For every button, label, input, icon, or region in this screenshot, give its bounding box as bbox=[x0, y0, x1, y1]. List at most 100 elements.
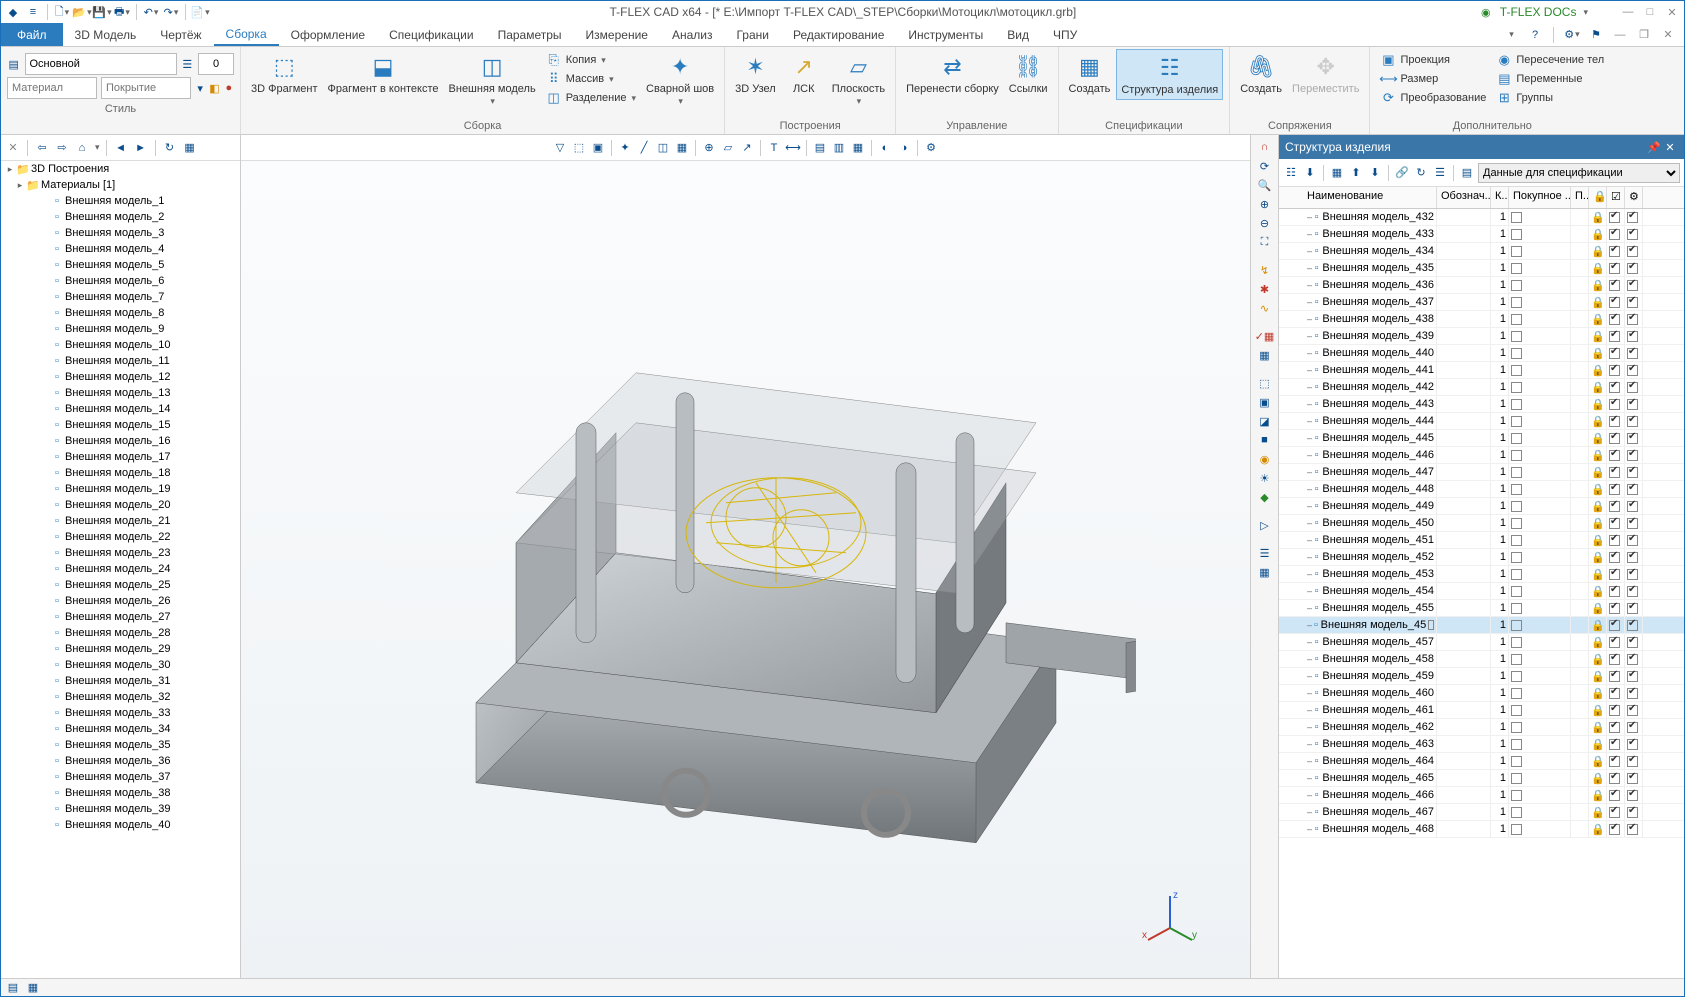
grid-row[interactable]: –▫Внешняя модель_4521🔒 bbox=[1279, 549, 1684, 566]
btn-3d-node[interactable]: ✶3D Узел bbox=[731, 49, 780, 98]
tab-Редактирование[interactable]: Редактирование bbox=[781, 23, 896, 46]
vt-body-icon[interactable]: ▣ bbox=[590, 140, 606, 156]
tree-row[interactable]: ▫ Внешняя модель_29 bbox=[1, 641, 240, 657]
tree-row[interactable]: ▸📁 3D Построения bbox=[1, 161, 240, 177]
tree-row[interactable]: ▫ Внешняя модель_38 bbox=[1, 785, 240, 801]
grid-row[interactable]: –▫Внешняя модель_4401🔒 bbox=[1279, 345, 1684, 362]
grid-row[interactable]: –▫Внешняя модель_4571🔒 bbox=[1279, 634, 1684, 651]
rt-zoomout-icon[interactable]: ⊖ bbox=[1257, 215, 1273, 231]
grid-row[interactable]: –▫Внешняя модель_4681🔒 bbox=[1279, 821, 1684, 838]
hdr-chk1[interactable]: ☑ bbox=[1607, 187, 1625, 208]
btn-structure[interactable]: ☷Структура изделия bbox=[1116, 49, 1223, 100]
tree-close-icon[interactable]: ✕ bbox=[5, 140, 21, 156]
tree-row[interactable]: ▫ Внешняя модель_20 bbox=[1, 497, 240, 513]
grid-row[interactable]: –▫Внешняя модель_4511🔒 bbox=[1279, 532, 1684, 549]
grid-row[interactable]: –▫Внешняя модель_4641🔒 bbox=[1279, 753, 1684, 770]
tree-row[interactable]: ▫ Внешняя модель_16 bbox=[1, 433, 240, 449]
grid-row[interactable]: –▫Внешняя модель_4431🔒 bbox=[1279, 396, 1684, 413]
save-icon[interactable]: 💾▾ bbox=[94, 4, 110, 20]
model-tree[interactable]: ▸📁 3D Построения▸📁 Материалы [1]▫ Внешня… bbox=[1, 161, 240, 978]
vt-mode2-icon[interactable]: ◑ bbox=[896, 140, 912, 156]
tree-row[interactable]: ▫ Внешняя модель_8 bbox=[1, 305, 240, 321]
rpt-dn-icon[interactable]: ⬇ bbox=[1367, 165, 1383, 181]
tree-row[interactable]: ▫ Внешняя модель_27 bbox=[1, 609, 240, 625]
script-icon[interactable]: 📄▾ bbox=[192, 4, 208, 20]
tree-row[interactable]: ▫ Внешняя модель_1 bbox=[1, 193, 240, 209]
vt-lcs-icon[interactable]: ↗ bbox=[739, 140, 755, 156]
tree-fwd-icon[interactable]: ⇨ bbox=[54, 140, 70, 156]
flag-icon[interactable]: ⚑ bbox=[1588, 27, 1604, 43]
tree-row[interactable]: ▫ Внешняя модель_12 bbox=[1, 369, 240, 385]
style-layers-icon[interactable]: ☰ bbox=[181, 56, 195, 72]
grid-row[interactable]: –▫Внешняя модель_4611🔒 bbox=[1279, 702, 1684, 719]
tab-Чертёж[interactable]: Чертёж bbox=[148, 23, 213, 46]
tree-row[interactable]: ▫ Внешняя модель_22 bbox=[1, 529, 240, 545]
grid-row[interactable]: –▫Внешняя модель_4491🔒 bbox=[1279, 498, 1684, 515]
vt-point-icon[interactable]: ✦ bbox=[617, 140, 633, 156]
hdr-lock[interactable]: 🔒 bbox=[1589, 187, 1607, 208]
structure-grid[interactable]: –▫Внешняя модель_4321🔒–▫Внешняя модель_4… bbox=[1279, 209, 1684, 978]
tab-ЧПУ[interactable]: ЧПУ bbox=[1041, 23, 1089, 46]
tab-Инструменты[interactable]: Инструменты bbox=[896, 23, 995, 46]
tab-Сборка[interactable]: Сборка bbox=[214, 23, 279, 46]
btn-external-model[interactable]: ◫Внешняя модель▾ bbox=[445, 49, 540, 108]
axis-gizmo[interactable]: z x y bbox=[1140, 888, 1200, 948]
tree-row[interactable]: ▫ Внешняя модель_23 bbox=[1, 545, 240, 561]
rt-shade-icon[interactable]: ▣ bbox=[1257, 394, 1273, 410]
tree-row[interactable]: ▫ Внешняя модель_36 bbox=[1, 753, 240, 769]
rt-wave-icon[interactable]: ∿ bbox=[1257, 300, 1273, 316]
win-min-icon[interactable]: — bbox=[1612, 27, 1628, 43]
tree-prev-icon[interactable]: ◄ bbox=[113, 140, 129, 156]
rt-solid2-icon[interactable]: ■ bbox=[1257, 432, 1273, 448]
redo-icon[interactable]: ↷▾ bbox=[163, 4, 179, 20]
vt-opt-icon[interactable]: ⚙ bbox=[923, 140, 939, 156]
tree-row[interactable]: ▫ Внешняя модель_5 bbox=[1, 257, 240, 273]
tree-next-icon[interactable]: ► bbox=[133, 140, 149, 156]
tree-row[interactable]: ▫ Внешняя модель_18 bbox=[1, 465, 240, 481]
grid-row[interactable]: –▫Внешняя модель_4461🔒 bbox=[1279, 447, 1684, 464]
rt-render-icon[interactable]: ◉ bbox=[1257, 451, 1273, 467]
rpt-list-icon[interactable]: ☰ bbox=[1432, 165, 1448, 181]
tree-row[interactable]: ▸📁 Материалы [1] bbox=[1, 177, 240, 193]
spec-data-combo[interactable]: Данные для спецификации bbox=[1478, 163, 1680, 183]
grid-row[interactable]: –▫Внешняя модель_4421🔒 bbox=[1279, 379, 1684, 396]
hdr-chk2[interactable]: ⚙ bbox=[1625, 187, 1643, 208]
style-color-icon[interactable]: ◧ bbox=[209, 80, 219, 96]
style-main-input[interactable] bbox=[25, 53, 177, 75]
vt-dim-icon[interactable]: ⟷ bbox=[785, 140, 801, 156]
new-file-icon[interactable]: 🗋▾ bbox=[54, 4, 70, 20]
vt-view2-icon[interactable]: ▥ bbox=[831, 140, 847, 156]
tree-row[interactable]: ▫ Внешняя модель_30 bbox=[1, 657, 240, 673]
grid-row[interactable]: –▫Внешняя модель_4621🔒 bbox=[1279, 719, 1684, 736]
grid-row[interactable]: –▫Внешняя модель_4331🔒 bbox=[1279, 226, 1684, 243]
vt-text-icon[interactable]: T bbox=[766, 140, 782, 156]
tree-filter-icon[interactable]: ▦ bbox=[182, 140, 198, 156]
sb-layout1-icon[interactable]: ▤ bbox=[5, 980, 21, 996]
rpt-link-icon[interactable]: 🔗 bbox=[1394, 165, 1410, 181]
tree-row[interactable]: ▫ Внешняя модель_14 bbox=[1, 401, 240, 417]
grid-row[interactable]: –▫Внешняя модель_4471🔒 bbox=[1279, 464, 1684, 481]
grid-row[interactable]: –▫Внешняя модель_4671🔒 bbox=[1279, 804, 1684, 821]
hdr-k[interactable]: К... bbox=[1491, 187, 1509, 208]
tree-row[interactable]: ▫ Внешняя модель_19 bbox=[1, 481, 240, 497]
style-extra-icon[interactable]: ▾ bbox=[195, 80, 205, 96]
tree-back-icon[interactable]: ⇦ bbox=[34, 140, 50, 156]
rt-box-icon[interactable]: ▦ bbox=[1257, 347, 1273, 363]
vt-solid-icon[interactable]: ▦ bbox=[674, 140, 690, 156]
tree-row[interactable]: ▫ Внешняя модель_24 bbox=[1, 561, 240, 577]
win-close-icon[interactable]: ✕ bbox=[1660, 27, 1676, 43]
tree-row[interactable]: ▫ Внешняя модель_21 bbox=[1, 513, 240, 529]
grid-row[interactable]: –▫Внешняя модель_4341🔒 bbox=[1279, 243, 1684, 260]
grid-row[interactable]: –▫Внешняя модель_4441🔒 bbox=[1279, 413, 1684, 430]
style-layer-icon[interactable]: ▤ bbox=[7, 56, 21, 72]
grid-row[interactable]: –▫Внешняя модель_4411🔒 bbox=[1279, 362, 1684, 379]
rpt-in-icon[interactable]: ⬇ bbox=[1302, 165, 1318, 181]
hdr-obo[interactable]: Обознач... bbox=[1437, 187, 1491, 208]
grid-row[interactable]: –▫Внешняя модель_4531🔒 bbox=[1279, 566, 1684, 583]
rt-zoomin-icon[interactable]: ⊕ bbox=[1257, 196, 1273, 212]
tab-Анализ[interactable]: Анализ bbox=[660, 23, 725, 46]
tree-home-icon[interactable]: ⌂ bbox=[74, 140, 90, 156]
rt-magnet-icon[interactable]: ∩ bbox=[1257, 139, 1273, 155]
help-icon[interactable]: ? bbox=[1527, 27, 1543, 43]
coating-input[interactable] bbox=[101, 77, 191, 99]
